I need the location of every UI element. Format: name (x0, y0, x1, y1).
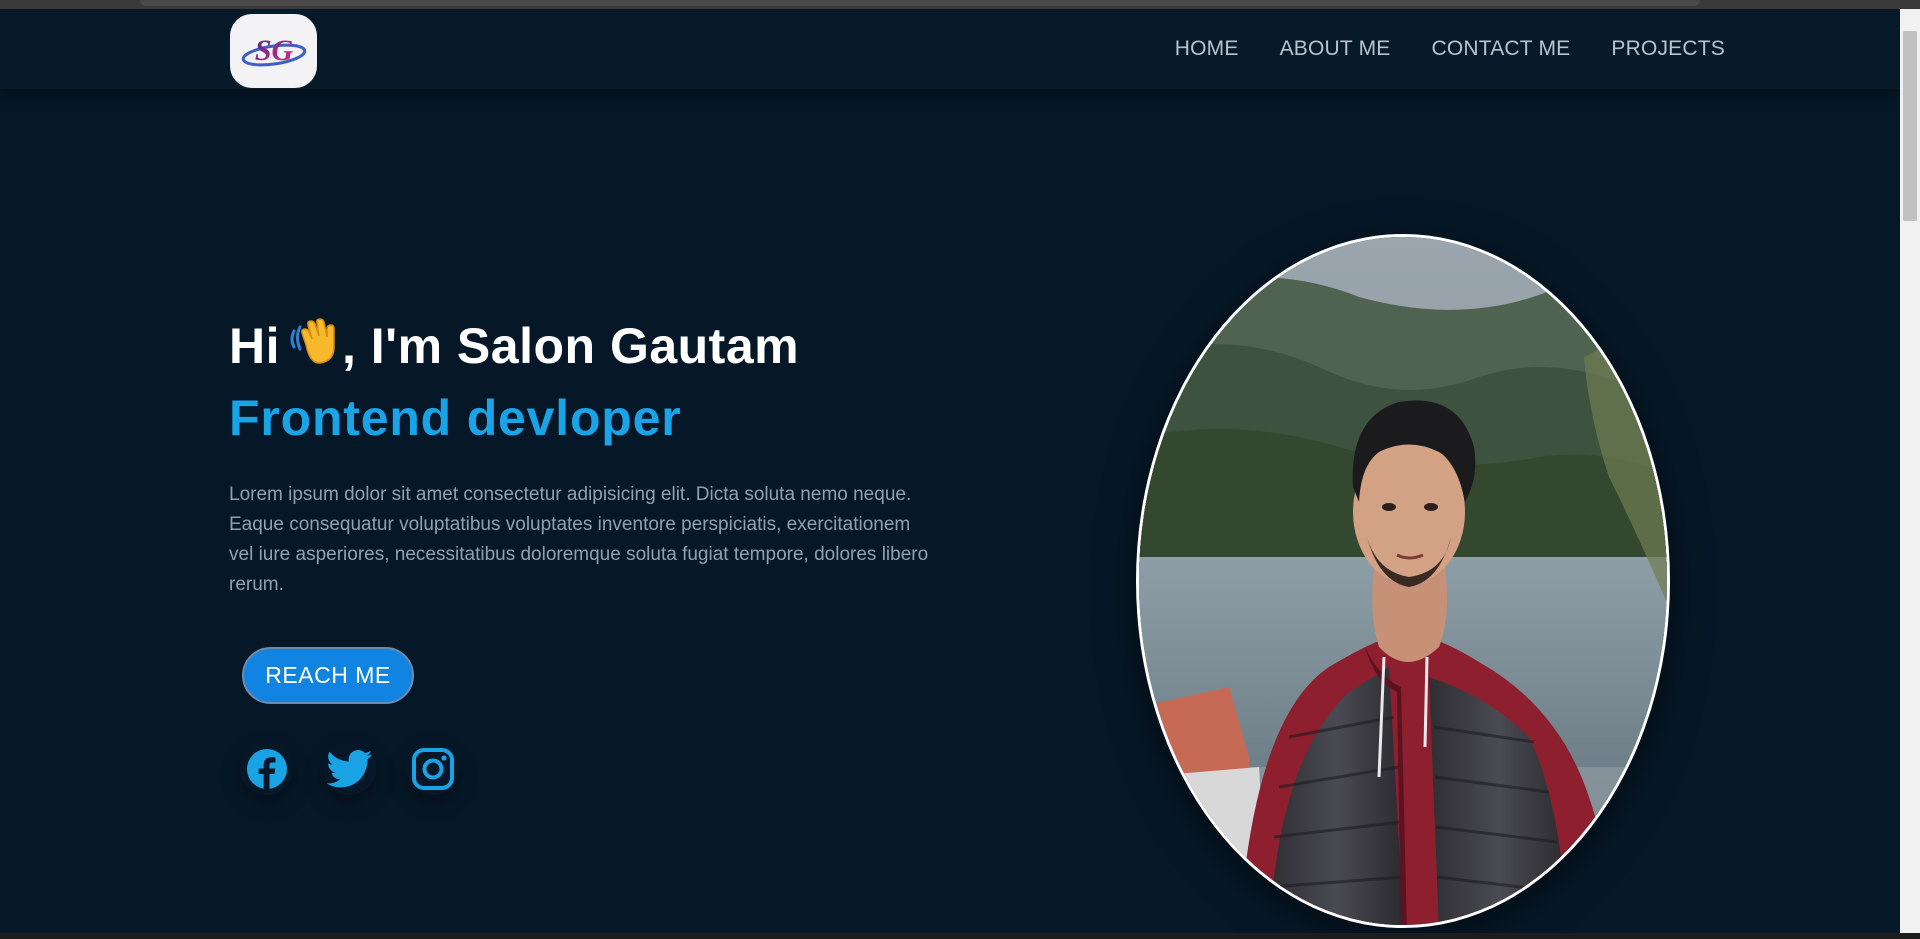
site-logo[interactable]: SG (230, 14, 317, 88)
facebook-link[interactable] (240, 742, 293, 795)
reach-me-button[interactable]: REACH ME (242, 647, 414, 704)
nav-about-me[interactable]: ABOUT ME (1280, 37, 1391, 61)
profile-photo-image (1139, 237, 1667, 925)
site-header: SG HOME ABOUT ME CONTACT ME PROJECTS (0, 9, 1900, 89)
name-text: , I'm Salon Gautam (342, 318, 800, 374)
nav-projects[interactable]: PROJECTS (1611, 37, 1725, 61)
greeting-text: Hi (229, 318, 280, 374)
nav-home[interactable]: HOME (1175, 37, 1239, 61)
twitter-link[interactable] (323, 742, 376, 795)
sg-logo-icon: SG (241, 34, 306, 67)
nav-contact-me[interactable]: CONTACT ME (1431, 37, 1570, 61)
waving-hand-icon (288, 315, 340, 379)
social-links (240, 742, 459, 795)
page-viewport: SG HOME ABOUT ME CONTACT ME PROJECTS Hi … (0, 9, 1900, 933)
facebook-icon (246, 748, 287, 789)
instagram-link[interactable] (406, 742, 459, 795)
hero-description: Lorem ipsum dolor sit amet consectetur a… (229, 484, 929, 595)
twitter-icon (326, 749, 372, 787)
instagram-icon (411, 747, 454, 790)
hero-title: Hi , I'm Salon Gautam (229, 315, 799, 379)
svg-text:SG: SG (254, 34, 293, 67)
browser-top-bar (0, 0, 1920, 9)
vertical-scrollbar[interactable] (1900, 9, 1920, 933)
browser-bottom-strip (0, 933, 1920, 939)
hero-subtitle: Frontend devloper (229, 390, 682, 446)
scrollbar-thumb[interactable] (1903, 31, 1917, 221)
browser-tab-strip (140, 0, 1700, 6)
profile-photo (1136, 234, 1670, 928)
main-nav: HOME ABOUT ME CONTACT ME PROJECTS (1175, 9, 1725, 89)
